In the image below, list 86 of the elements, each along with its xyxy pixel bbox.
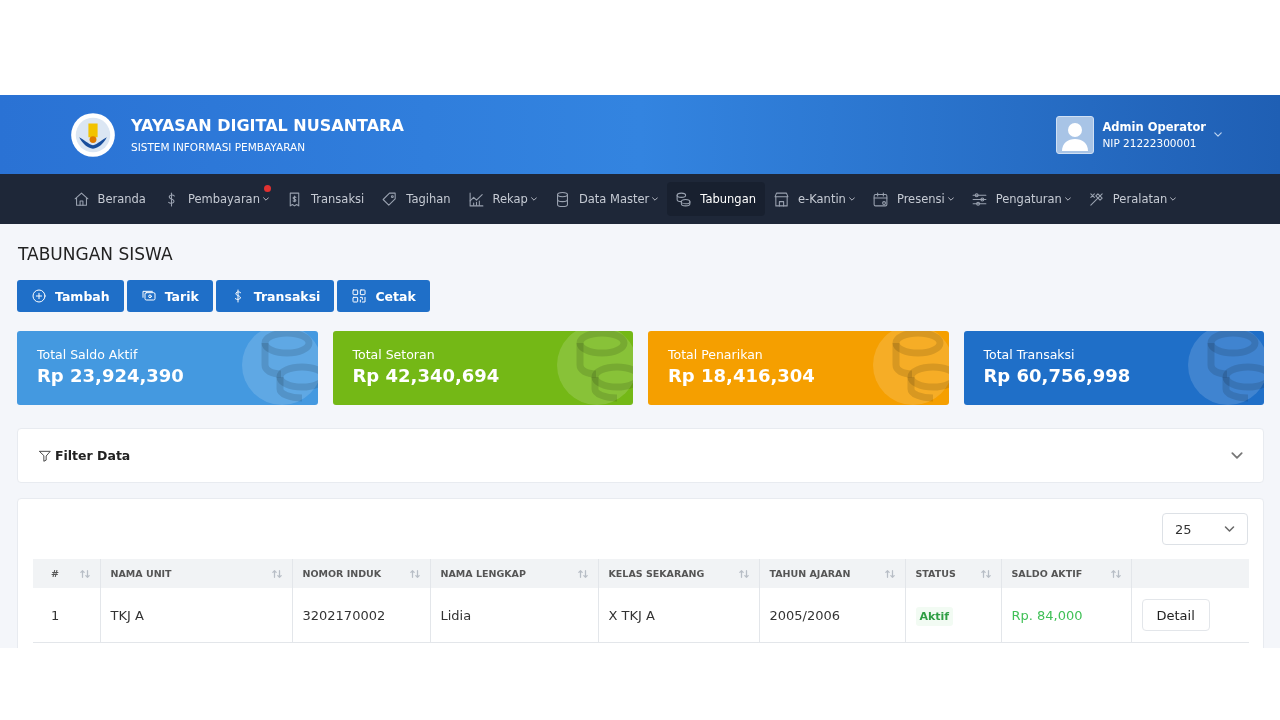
stat-label: Total Penarikan	[668, 347, 764, 362]
coins-icon	[675, 190, 693, 208]
nav-item[interactable]: Pembayaran	[154, 182, 278, 216]
calendar-icon	[871, 190, 889, 208]
nav-item[interactable]: Tagihan	[372, 182, 460, 216]
column-header[interactable]: NAMA LENGKAP	[430, 559, 598, 588]
chart-icon	[467, 190, 485, 208]
column-header[interactable]: TAHUN AJARAN	[759, 559, 905, 588]
column-header[interactable]: STATUS	[905, 559, 1001, 588]
cash-icon	[140, 288, 157, 304]
sort-icon[interactable]	[980, 568, 991, 579]
action-button[interactable]: Tambah	[17, 280, 124, 312]
table-cell: 3202170002	[302, 607, 386, 623]
table-cell: Lidia	[440, 607, 472, 623]
table-cell: 2005/2006	[769, 607, 841, 623]
action-button[interactable]: Transaksi	[215, 280, 335, 312]
stat-label: Total Transaksi	[983, 347, 1076, 362]
sliders-icon	[970, 190, 988, 208]
coins-watermark-icon	[557, 331, 633, 405]
table-cell: 1	[51, 607, 60, 623]
action-button[interactable]: Cetak	[337, 280, 430, 312]
table-cell: TKJ A	[110, 607, 144, 623]
avatar-icon	[1056, 115, 1095, 154]
caret-icon	[530, 197, 537, 201]
caret-icon	[1231, 452, 1243, 459]
qr-code-icon	[351, 288, 368, 304]
sort-icon[interactable]	[271, 568, 282, 579]
coins-watermark-icon	[1188, 331, 1264, 405]
sort-icon[interactable]	[409, 568, 420, 579]
nav-item[interactable]: Presensi	[863, 182, 963, 216]
user-name: Admin Operator	[1102, 120, 1206, 134]
column-header[interactable]: SALDO AKTIF	[1001, 559, 1131, 588]
user-nip: NIP 21222300001	[1102, 137, 1198, 149]
nav-item[interactable]: Data Master	[545, 182, 667, 216]
system-subtitle: SISTEM INFORMASI PEMBAYARAN	[131, 141, 307, 153]
column-header[interactable]: NOMOR INDUK	[292, 559, 430, 588]
notification-dot	[264, 185, 272, 192]
logo-emblem	[70, 111, 116, 158]
stat-value: Rp 23,924,390	[37, 365, 185, 386]
detail-button[interactable]: Detail	[1141, 599, 1210, 631]
tag-icon	[381, 190, 399, 208]
user-menu[interactable]: Admin Operator NIP 21222300001	[1056, 115, 1222, 154]
coins-watermark-icon	[241, 331, 318, 405]
caret-icon	[1064, 197, 1071, 201]
stat-label: Total Setoran	[352, 347, 436, 362]
sort-icon[interactable]	[1110, 568, 1121, 579]
sort-icon[interactable]	[884, 568, 895, 579]
sort-icon[interactable]	[577, 568, 588, 579]
nav-item[interactable]: Transaksi	[277, 182, 373, 216]
caret-icon	[947, 197, 954, 201]
caret-icon	[1170, 197, 1177, 201]
nav-item[interactable]: Beranda	[64, 182, 155, 216]
status-badge: Aktif	[915, 606, 954, 626]
organization-title: YAYASAN DIGITAL NUSANTARA	[131, 116, 405, 135]
caret-icon	[262, 197, 269, 201]
nav-item[interactable]: Tabungan	[666, 182, 765, 216]
stat-value: Rp 42,340,694	[352, 365, 501, 386]
caret-icon	[848, 197, 855, 201]
plus-circle-icon	[31, 288, 47, 304]
stat-label: Total Saldo Aktif	[37, 347, 139, 362]
store-icon	[773, 190, 790, 208]
column-header[interactable]: NAMA UNIT	[100, 559, 292, 588]
caret-icon	[1214, 132, 1222, 137]
table-cell: Rp. 84,000	[1011, 607, 1083, 623]
column-header[interactable]: #	[33, 559, 100, 588]
sort-icon[interactable]	[738, 568, 749, 579]
action-button[interactable]: Tarik	[126, 280, 213, 312]
stat-value: Rp 60,756,998	[983, 365, 1132, 386]
tools-icon	[1087, 190, 1105, 208]
nav-item[interactable]: e-Kantin	[764, 182, 864, 216]
caret-icon	[1224, 526, 1235, 532]
filter-icon	[38, 448, 52, 463]
coins-watermark-icon	[872, 331, 949, 405]
page-title: TABUNGAN SISWA	[18, 244, 174, 264]
nav-item[interactable]: Peralatan	[1079, 182, 1185, 216]
filter-title: Filter Data	[55, 448, 131, 463]
sort-icon[interactable]	[79, 568, 90, 579]
column-header[interactable]: KELAS SEKARANG	[598, 559, 759, 588]
nav-item[interactable]: Pengaturan	[962, 182, 1080, 216]
page-size-select[interactable]: 25	[1162, 513, 1248, 545]
stat-value: Rp 18,416,304	[668, 365, 816, 386]
filter-panel[interactable]: Filter Data	[17, 428, 1264, 483]
home-icon	[72, 190, 90, 208]
caret-icon	[652, 197, 659, 201]
table-cell: X TKJ A	[608, 607, 655, 623]
nav-item[interactable]: Rekap	[459, 182, 546, 216]
